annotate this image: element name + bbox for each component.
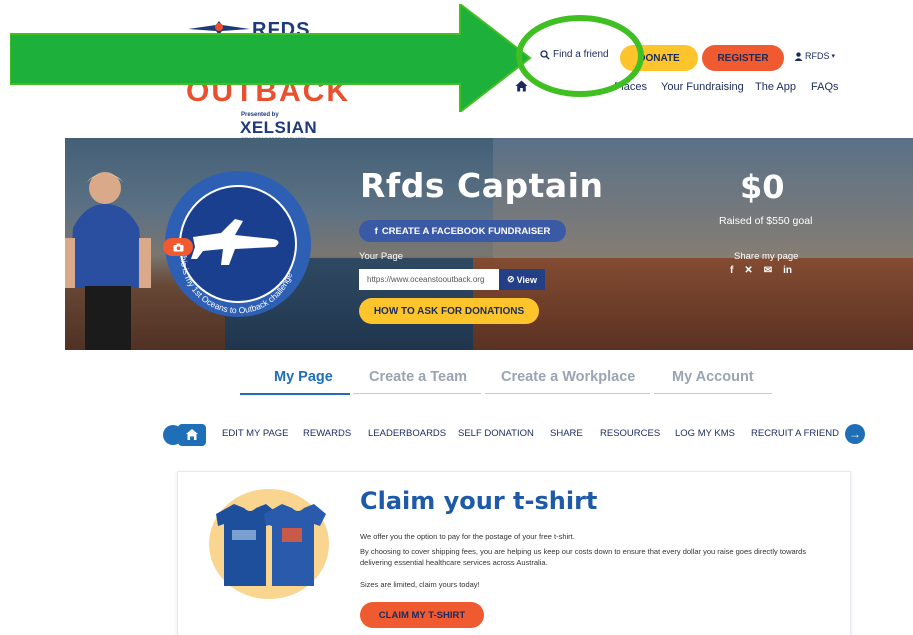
page-url-field[interactable]: https://www.oceanstooutback.org <box>359 269 499 290</box>
facebook-fundraiser-label: CREATE A FACEBOOK FUNDRAISER <box>381 225 551 237</box>
tab-underline-active <box>240 393 350 395</box>
subnav-self-donation[interactable]: SELF DONATION <box>458 428 534 439</box>
register-button[interactable]: REGISTER <box>702 45 784 71</box>
card-paragraph-3: Sizes are limited, claim yours today! <box>360 580 480 589</box>
how-to-ask-button[interactable]: HOW TO ASK FOR DONATIONS <box>359 298 539 324</box>
subnav-recruit-a-friend[interactable]: RECRUIT A FRIEND <box>751 428 839 439</box>
tab-underline <box>485 393 650 394</box>
change-photo-button[interactable] <box>163 238 193 256</box>
nav-your-fundraising[interactable]: Your Fundraising <box>661 81 744 93</box>
nav-the-app[interactable]: The App <box>755 81 796 93</box>
annotation-arrow <box>10 4 532 112</box>
subnav-home-button[interactable] <box>162 424 206 446</box>
tab-my-page[interactable]: My Page <box>274 369 333 385</box>
tab-underline <box>654 393 772 394</box>
user-icon <box>794 51 803 61</box>
share-label: Share my page <box>734 251 799 262</box>
linkedin-share-icon[interactable]: in <box>783 265 792 276</box>
page: RFDS OUTBACK Presented by XELSIAN CONNEC… <box>0 0 913 635</box>
subnav-log-my-kms[interactable]: LOG MY KMS <box>675 428 735 439</box>
subnav-leaderboards[interactable]: LEADERBOARDS <box>368 428 446 439</box>
chevron-down-icon: ▾ <box>831 53 836 60</box>
subnav-rewards[interactable]: REWARDS <box>303 428 351 439</box>
card-paragraph-1: We offer you the option to pay for the p… <box>360 532 575 541</box>
x-share-icon[interactable]: ✕ <box>744 265 752 276</box>
card-title: Claim your t-shirt <box>360 487 598 515</box>
link-icon: ⊘ <box>507 274 515 284</box>
raised-goal-text: Raised of $550 goal <box>719 215 813 227</box>
user-menu-label: RFDS <box>805 51 830 61</box>
tab-my-account[interactable]: My Account <box>672 369 754 385</box>
camera-icon <box>173 243 183 251</box>
sponsor-logo: XELSIAN <box>240 118 318 137</box>
page-title: Rfds Captain <box>360 166 604 205</box>
profile-photo <box>65 172 151 350</box>
subnav-share[interactable]: SHARE <box>550 428 583 439</box>
claim-tshirt-button[interactable]: CLAIM MY T-SHIRT <box>360 602 484 628</box>
facebook-share-icon[interactable]: f <box>730 265 733 276</box>
tshirt-image <box>216 504 326 586</box>
arrow-right-icon[interactable]: → <box>845 424 865 444</box>
amount-raised: $0 <box>740 168 785 206</box>
tab-underline <box>353 393 481 394</box>
tab-create-workplace[interactable]: Create a Workplace <box>501 369 635 385</box>
share-icons: f ✕ ✉ in <box>730 265 792 276</box>
view-page-button[interactable]: ⊘ View <box>499 269 545 290</box>
annotation-highlight-ellipse <box>516 15 644 97</box>
facebook-icon: f <box>374 225 378 237</box>
card-paragraph-2: By choosing to cover shipping fees, you … <box>360 547 807 567</box>
subnav-edit-my-page[interactable]: EDIT MY PAGE <box>222 428 289 439</box>
email-share-icon[interactable]: ✉ <box>764 265 772 276</box>
user-menu[interactable]: RFDS ▾ <box>794 51 835 61</box>
view-page-label: View <box>516 274 537 285</box>
subnav-resources[interactable]: RESOURCES <box>600 428 660 439</box>
facebook-fundraiser-button[interactable]: f CREATE A FACEBOOK FUNDRAISER <box>359 220 566 242</box>
tab-create-team[interactable]: Create a Team <box>369 369 467 385</box>
your-page-label: Your Page <box>359 251 404 262</box>
nav-faqs[interactable]: FAQs <box>811 81 839 93</box>
